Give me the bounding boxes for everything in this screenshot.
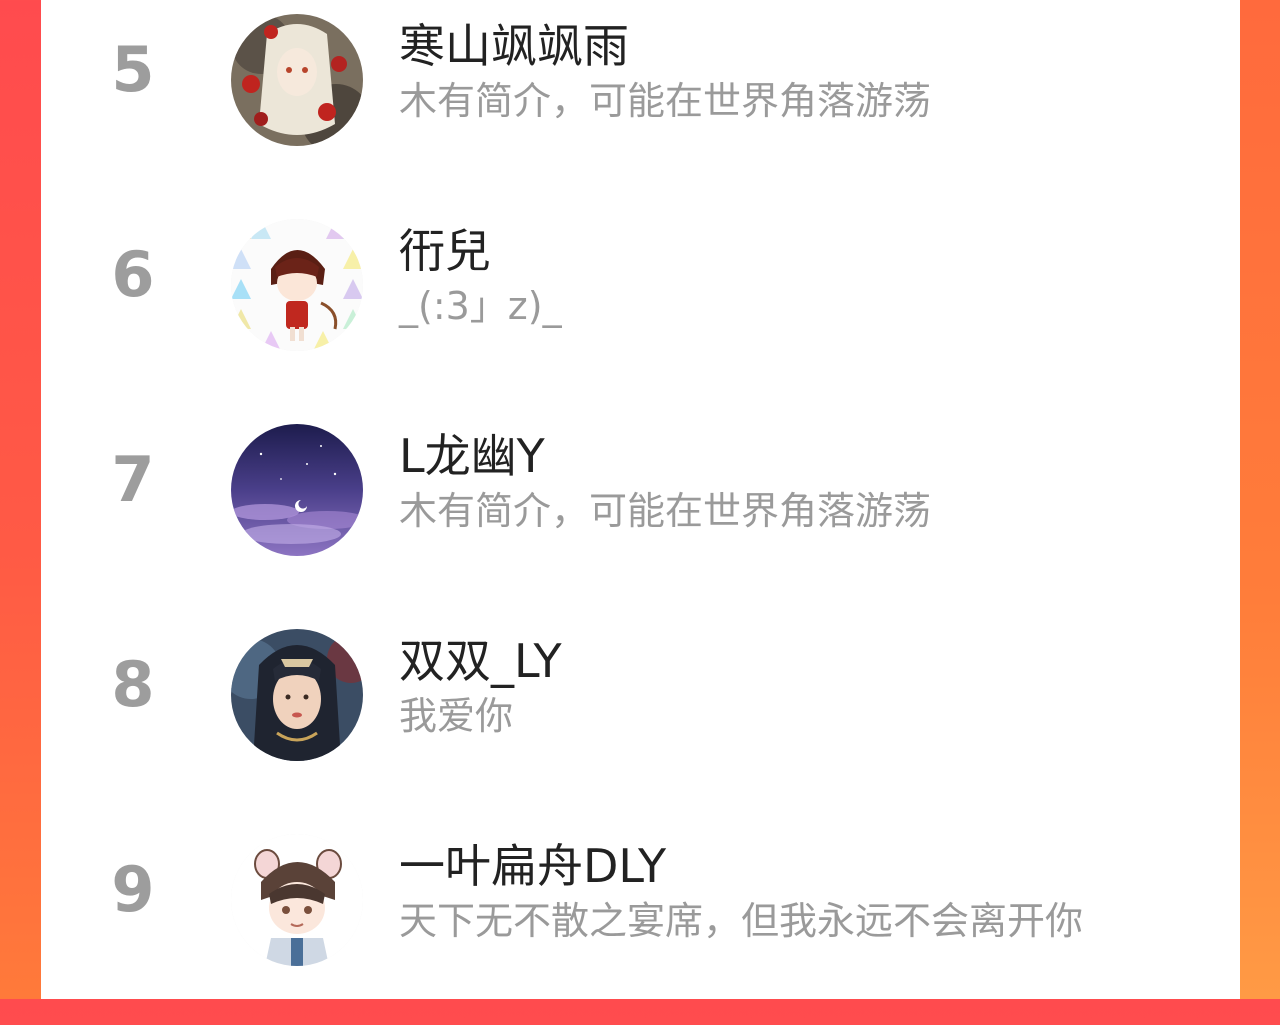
user-name[interactable]: L龙幽Y bbox=[399, 428, 545, 484]
user-bio: 木有简介，可能在世界角落游荡 bbox=[399, 79, 932, 123]
avatar[interactable] bbox=[231, 629, 363, 761]
rank-number: 7 bbox=[111, 443, 155, 516]
rank-number: 9 bbox=[111, 853, 155, 926]
list-item[interactable]: 5 寒山飒飒雨 木有简介，可能在世界角落游荡 bbox=[41, 0, 1240, 205]
user-bio: 木有简介，可能在世界角落游荡 bbox=[399, 489, 932, 533]
page-background-right bbox=[1240, 0, 1280, 999]
user-bio: 我爱你 bbox=[399, 694, 514, 738]
list-item[interactable]: 9 一叶扁舟DLY 天下无不散之宴席，但我永远不会离开你 bbox=[41, 820, 1240, 1025]
avatar[interactable] bbox=[231, 219, 363, 351]
user-bio: _(:3」z)_ bbox=[399, 284, 562, 328]
user-name[interactable]: 双双_LY bbox=[399, 633, 562, 689]
list-item[interactable]: 7 L龙幽Y 木有简介，可能在世界角落游荡 bbox=[41, 410, 1240, 615]
user-bio: 天下无不散之宴席，但我永远不会离开你 bbox=[399, 899, 1084, 943]
avatar[interactable] bbox=[231, 834, 363, 966]
user-name[interactable]: 衎兒 bbox=[399, 223, 491, 279]
avatar[interactable] bbox=[231, 424, 363, 556]
list-item[interactable]: 8 双双_LY 我爱你 bbox=[41, 615, 1240, 820]
avatar[interactable] bbox=[231, 14, 363, 146]
user-name[interactable]: 寒山飒飒雨 bbox=[399, 18, 629, 74]
ranking-list: 5 寒山飒飒雨 木有简介，可能在世界角落游荡 6 衎兒 _(:3」z)_ 7 L… bbox=[41, 0, 1240, 999]
user-name[interactable]: 一叶扁舟DLY bbox=[399, 838, 666, 894]
rank-number: 5 bbox=[111, 33, 155, 106]
list-item[interactable]: 6 衎兒 _(:3」z)_ bbox=[41, 205, 1240, 410]
rank-number: 8 bbox=[111, 648, 155, 721]
rank-number: 6 bbox=[111, 238, 155, 311]
